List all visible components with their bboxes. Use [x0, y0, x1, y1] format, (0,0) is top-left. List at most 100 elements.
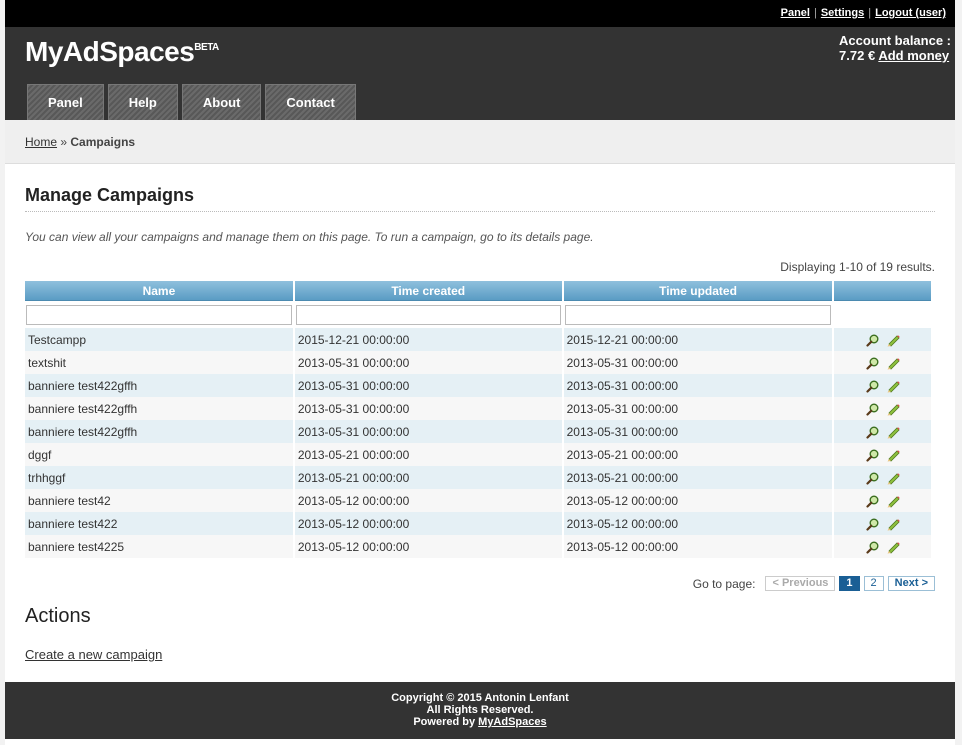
footer-copyright: Copyright © 2015 Antonin Lenfant: [391, 692, 569, 704]
view-icon[interactable]: [866, 379, 880, 393]
cell-name: Testcampp: [25, 328, 293, 351]
cell-actions: [834, 443, 931, 466]
page-frame: Panel | Settings | Logout (user) MyAdSpacesB…: [5, 0, 955, 745]
edit-icon[interactable]: [886, 517, 900, 531]
nav-about[interactable]: About: [181, 84, 262, 120]
cell-time-created: 2013-05-31 00:00:00: [294, 374, 562, 397]
view-icon[interactable]: [866, 471, 880, 485]
cell-time-created: 2013-05-12 00:00:00: [294, 535, 562, 558]
cell-name: banniere test4225: [25, 535, 293, 558]
table-row: banniere test422 2013-05-12 00:00:00 2013-…: [25, 512, 931, 535]
view-icon[interactable]: [866, 517, 880, 531]
add-money-link[interactable]: Add money: [878, 48, 949, 63]
site-logo[interactable]: MyAdSpacesBETA: [25, 36, 219, 68]
pager-label: Go to page:: [692, 576, 756, 591]
create-campaign-link[interactable]: Create a new campaign: [25, 647, 162, 662]
breadcrumb-separator: »: [60, 135, 68, 149]
top-links: Panel | Settings | Logout (user): [777, 7, 950, 19]
main-nav: Panel Help About Contact: [27, 84, 360, 120]
page-title: Manage Campaigns: [25, 185, 195, 205]
site-footer: Copyright © 2015 Antonin Lenfant All Rig…: [5, 682, 955, 739]
cell-time-updated: 2013-05-31 00:00:00: [563, 351, 833, 374]
edit-icon[interactable]: [886, 402, 900, 416]
beta-badge: BETA: [194, 42, 219, 53]
filter-row: [25, 301, 931, 328]
edit-icon[interactable]: [886, 494, 900, 508]
view-icon[interactable]: [866, 494, 880, 508]
breadcrumb: Home » Campaigns: [25, 135, 135, 149]
pager-next-button[interactable]: Next >: [887, 576, 935, 591]
breadcrumb-home[interactable]: Home: [25, 135, 57, 149]
view-icon[interactable]: [866, 333, 880, 347]
cell-actions: [834, 328, 931, 351]
breadcrumb-current: Campaigns: [70, 135, 136, 149]
pager-page-1[interactable]: 1: [839, 576, 860, 591]
site-header: MyAdSpacesBETA Account balance : 7.72 € …: [5, 27, 955, 120]
cell-time-created: 2015-12-21 00:00:00: [294, 328, 562, 351]
campaigns-table: Name Time created Time updated Testcampp…: [23, 281, 933, 558]
nav-contact[interactable]: Contact: [265, 84, 356, 120]
footer-powered-link[interactable]: MyAdSpaces: [478, 716, 546, 728]
view-icon[interactable]: [866, 425, 880, 439]
footer-rights: All Rights Reserved.: [426, 704, 534, 716]
toplink-settings[interactable]: Settings: [817, 7, 868, 19]
table-row: banniere test422gffh 2013-05-31 00:00:00 2…: [25, 420, 931, 443]
balance-value: 7.72 €: [839, 48, 876, 63]
edit-icon[interactable]: [886, 448, 900, 462]
results-summary: Displaying 1-10 of 19 results.: [780, 260, 935, 274]
edit-icon[interactable]: [886, 540, 900, 554]
cell-time-created: 2013-05-31 00:00:00: [294, 420, 562, 443]
cell-name: banniere test422: [25, 512, 293, 535]
cell-time-updated: 2013-05-21 00:00:00: [563, 466, 833, 489]
cell-time-updated: 2013-05-31 00:00:00: [563, 420, 833, 443]
cell-time-created: 2013-05-12 00:00:00: [294, 512, 562, 535]
edit-icon[interactable]: [886, 471, 900, 485]
breadcrumb-bar: Home » Campaigns: [5, 120, 955, 164]
filter-time-created-input[interactable]: [295, 304, 561, 325]
filter-time-updated-input[interactable]: [564, 304, 832, 325]
cell-actions: [834, 535, 931, 558]
cell-time-updated: 2013-05-12 00:00:00: [563, 512, 833, 535]
pager-previous-button: < Previous: [765, 576, 836, 591]
table-row: banniere test4225 2013-05-12 00:00:00 2013…: [25, 535, 931, 558]
cell-time-created: 2013-05-21 00:00:00: [294, 443, 562, 466]
table-row: textshit 2013-05-31 00:00:00 2013-05-31 00…: [25, 351, 931, 374]
actions-heading: Actions: [25, 605, 91, 627]
table-row: dggf 2013-05-21 00:00:00 2013-05-21 00:00:…: [25, 443, 931, 466]
toplink-panel[interactable]: Panel: [777, 7, 814, 19]
cell-actions: [834, 374, 931, 397]
filter-name-input[interactable]: [26, 304, 292, 325]
cell-actions: [834, 512, 931, 535]
column-header-time-updated[interactable]: Time updated: [563, 281, 833, 301]
cell-time-created: 2013-05-21 00:00:00: [294, 466, 562, 489]
table-row: trhhggf 2013-05-21 00:00:00 2013-05-21 00:…: [25, 466, 931, 489]
account-balance: Account balance : 7.72 € Add money: [839, 33, 951, 63]
view-icon[interactable]: [866, 402, 880, 416]
logo-name: MyAdSpaces: [25, 36, 195, 67]
cell-time-created: 2013-05-12 00:00:00: [294, 489, 562, 512]
view-icon[interactable]: [866, 540, 880, 554]
table-row: Testcampp 2015-12-21 00:00:00 2015-12-21 0…: [25, 328, 931, 351]
cell-name: trhhggf: [25, 466, 293, 489]
nav-panel[interactable]: Panel: [27, 84, 104, 120]
column-header-name[interactable]: Name: [25, 281, 293, 301]
pager-page-2[interactable]: 2: [863, 576, 884, 591]
cell-name: textshit: [25, 351, 293, 374]
cell-time-created: 2013-05-31 00:00:00: [294, 397, 562, 420]
cell-time-updated: 2013-05-31 00:00:00: [563, 397, 833, 420]
view-icon[interactable]: [866, 448, 880, 462]
view-icon[interactable]: [866, 356, 880, 370]
cell-name: banniere test422gffh: [25, 420, 293, 443]
nav-help[interactable]: Help: [107, 84, 178, 120]
edit-icon[interactable]: [886, 425, 900, 439]
pagination: Go to page: < Previous 1 2 Next >: [693, 576, 935, 591]
cell-actions: [834, 466, 931, 489]
edit-icon[interactable]: [886, 356, 900, 370]
column-header-actions: [834, 281, 931, 301]
top-bar: Panel | Settings | Logout (user): [5, 0, 955, 27]
edit-icon[interactable]: [886, 379, 900, 393]
toplink-logout[interactable]: Logout (user): [871, 7, 950, 19]
column-header-time-created[interactable]: Time created: [294, 281, 562, 301]
cell-actions: [834, 489, 931, 512]
edit-icon[interactable]: [886, 333, 900, 347]
